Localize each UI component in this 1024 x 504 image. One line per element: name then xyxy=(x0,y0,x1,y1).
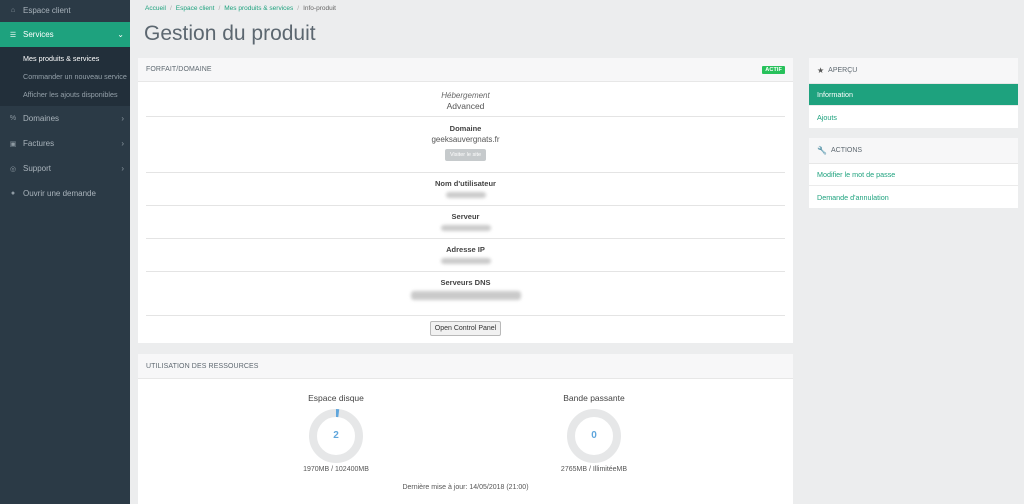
nav-factures[interactable]: ▣ Factures › xyxy=(0,131,130,156)
services-submenu: Mes produits & services Commander un nou… xyxy=(0,47,130,106)
chevron-right-icon: › xyxy=(121,139,124,148)
panel-title: UTILISATION DES RESSOURCES xyxy=(146,362,259,370)
username-section: Nom d'utilisateur xyxy=(146,173,785,206)
nav-label: Services xyxy=(23,30,54,39)
bandwidth-gauge: Bande passante 0 2765MB / IllimitéeMB xyxy=(544,393,644,473)
chevron-down-icon: ⌄ xyxy=(117,30,124,39)
server-label: Serveur xyxy=(451,212,480,221)
open-control-panel-button[interactable]: Open Control Panel xyxy=(429,321,502,336)
disk-ring: 2 xyxy=(309,409,363,463)
home-icon: ⌂ xyxy=(10,6,16,14)
nav-label: Support xyxy=(23,164,52,173)
domain-value: geeksauvergnats.fr xyxy=(431,135,500,144)
action-cancel-request[interactable]: Demande d'annulation xyxy=(809,186,1018,208)
username-label: Nom d'utilisateur xyxy=(435,179,496,188)
support-icon: ◎ xyxy=(9,165,17,173)
nav-label: Ouvrir une demande xyxy=(23,189,96,198)
overview-panel: ★ APERÇU Information Ajouts xyxy=(809,58,1018,128)
breadcrumb-espace-client[interactable]: Espace client xyxy=(176,5,215,12)
overview-item-information[interactable]: Information xyxy=(809,84,1018,106)
ip-section: Adresse IP xyxy=(146,239,785,272)
nav-ouvrir-demande[interactable]: ● Ouvrir une demande xyxy=(0,181,130,206)
nav-services[interactable]: ☰ Services ⌄ xyxy=(0,22,130,47)
control-panel-row: Open Control Panel xyxy=(138,316,793,336)
redacted-server xyxy=(440,225,491,231)
nav-label: Domaines xyxy=(23,114,60,123)
product-panel-header: FORFAIT/DOMAINE ACTIF xyxy=(138,58,793,82)
globe-icon: % xyxy=(9,115,17,122)
server-section: Serveur xyxy=(146,206,785,239)
breadcrumb-separator: / xyxy=(297,5,300,12)
status-badge: ACTIF xyxy=(762,66,785,74)
domain-label: Domaine xyxy=(449,124,482,133)
resources-panel-header: UTILISATION DES RESSOURCES xyxy=(138,354,793,379)
panel-title: FORFAIT/DOMAINE xyxy=(146,66,212,73)
bandwidth-gauge-caption: 2765MB / IllimitéeMB xyxy=(560,466,628,473)
invoice-icon: ▣ xyxy=(9,140,17,148)
sub-commander[interactable]: Commander un nouveau service xyxy=(0,67,130,85)
chevron-right-icon: › xyxy=(121,164,124,173)
hosting-section: Hébergement Advanced xyxy=(146,82,785,117)
breadcrumb: Accueil / Espace client / Mes produits &… xyxy=(145,5,336,12)
bandwidth-gauge-value: 0 xyxy=(591,430,597,441)
services-icon: ☰ xyxy=(9,31,17,39)
breadcrumb-separator: / xyxy=(169,5,172,12)
page-title: Gestion du produit xyxy=(144,22,316,45)
breadcrumb-mes-produits[interactable]: Mes produits & services xyxy=(224,5,293,12)
sub-ajouts[interactable]: Afficher les ajouts disponibles xyxy=(0,85,130,103)
product-panel: FORFAIT/DOMAINE ACTIF Hébergement Advanc… xyxy=(138,58,793,343)
dns-label: Serveurs DNS xyxy=(440,278,491,287)
star-icon: ★ xyxy=(817,66,825,75)
disk-gauge-value: 2 xyxy=(333,430,339,441)
disk-gauge: Espace disque 2 1970MB / 102400MB xyxy=(286,393,386,473)
disk-gauge-caption: 1970MB / 102400MB xyxy=(303,466,369,473)
dns-section: Serveurs DNS xyxy=(146,272,785,316)
wrench-icon: 🔧 xyxy=(817,146,827,155)
nav-support[interactable]: ◎ Support › xyxy=(0,156,130,181)
actions-header: 🔧 ACTIONS xyxy=(809,138,1018,164)
action-change-password[interactable]: Modifier le mot de passe xyxy=(809,164,1018,186)
nav-label: Espace client xyxy=(23,5,71,15)
chat-icon: ● xyxy=(10,190,16,197)
chevron-right-icon: › xyxy=(121,114,124,123)
nav-espace-client[interactable]: ⌂ Espace client xyxy=(0,0,130,20)
actions-panel: 🔧 ACTIONS Modifier le mot de passe Deman… xyxy=(809,138,1018,208)
redacted-username xyxy=(445,192,486,198)
bandwidth-gauge-title: Bande passante xyxy=(563,393,625,403)
last-updated: Dernière mise à jour: 14/05/2018 (21:00) xyxy=(402,484,529,491)
domain-section: Domaine geeksauvergnats.fr Visiter le si… xyxy=(146,117,785,173)
resources-panel: UTILISATION DES RESSOURCES Espace disque… xyxy=(138,354,793,504)
main-content: Accueil / Espace client / Mes produits &… xyxy=(130,0,1024,504)
breadcrumb-current: Info-produit xyxy=(303,5,336,12)
redacted-dns xyxy=(410,291,521,300)
nav-domaines[interactable]: % Domaines › xyxy=(0,106,130,131)
overview-header: ★ APERÇU xyxy=(809,58,1018,84)
disk-gauge-title: Espace disque xyxy=(308,393,364,403)
ip-label: Adresse IP xyxy=(446,245,485,254)
breadcrumb-separator: / xyxy=(218,5,221,12)
hosting-value: Advanced xyxy=(446,101,485,111)
overview-title: APERÇU xyxy=(828,67,858,74)
sub-mes-produits[interactable]: Mes produits & services xyxy=(0,49,130,67)
bandwidth-ring: 0 xyxy=(567,409,621,463)
overview-item-ajouts[interactable]: Ajouts xyxy=(809,106,1018,128)
actions-title: ACTIONS xyxy=(830,147,863,154)
visit-site-button[interactable]: Visiter le site xyxy=(444,149,487,161)
nav-label: Factures xyxy=(23,139,55,148)
sidebar: ⌂ Espace client ☰ Services ⌄ Mes produit… xyxy=(0,0,130,504)
redacted-ip xyxy=(440,258,491,264)
breadcrumb-accueil[interactable]: Accueil xyxy=(145,5,166,12)
hosting-label: Hébergement xyxy=(441,91,490,100)
